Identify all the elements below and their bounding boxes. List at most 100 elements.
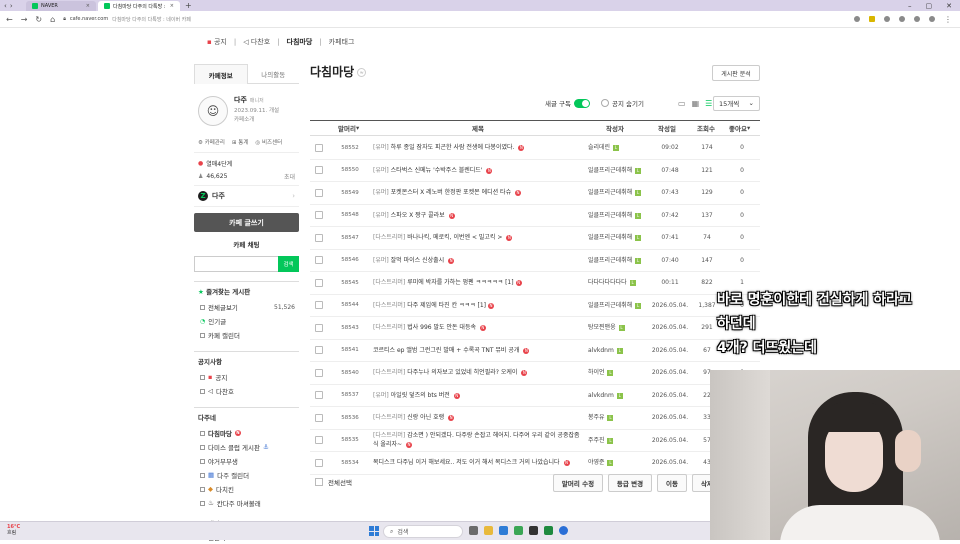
post-author[interactable]: 일클프리근데취해 L <box>588 295 650 317</box>
edit-head-button[interactable]: 말머리 수정 <box>553 474 603 492</box>
post-title-link[interactable]: [유머] 잘먹 마이스 신상출시 N <box>373 250 583 272</box>
post-title-link[interactable]: [다스트리머] 루미에 박자를 가하는 펑펜 ㅋㅋㅋㅋㅋ [1] N <box>373 272 583 294</box>
board-yageo[interactable]: 야거부부생 <box>194 454 299 468</box>
close-tab-icon[interactable]: × <box>170 3 174 9</box>
reload-mini-icon[interactable]: › <box>10 2 13 10</box>
checkbox-icon[interactable] <box>315 143 323 152</box>
post-author[interactable]: 주주진 L <box>588 430 650 452</box>
close-tab-icon[interactable]: × <box>86 3 90 9</box>
post-author[interactable]: 일클프리근데취해 L <box>588 160 650 182</box>
breadcrumb-tags[interactable]: 카페태그 <box>329 37 355 47</box>
post-title-link[interactable]: [유머] 스타벅스 신메뉴 '수박주스 블렌디드' N <box>373 160 583 182</box>
checkbox-icon[interactable] <box>315 391 323 400</box>
biz-center-link[interactable]: ◎ 비즈센터 <box>255 138 282 146</box>
row-checkbox[interactable] <box>315 340 323 362</box>
board-notice[interactable]: ▪ 공지 <box>194 370 299 384</box>
post-title-link[interactable]: [다스트리머] 바나나킥, 메로킥, 이번엔 < 밀고킥 > N <box>373 227 583 249</box>
post-title-link[interactable]: 목디스크 다주님 이거 해보세요.. 저도 이거 해서 목디스크 거의 나았습니… <box>373 452 583 474</box>
forward-icon[interactable]: → <box>21 15 28 24</box>
post-author[interactable]: 탕모찐맨웅 L <box>588 317 650 339</box>
checkbox-icon[interactable] <box>315 211 323 220</box>
row-checkbox[interactable] <box>315 385 323 407</box>
close-window-icon[interactable]: ✕ <box>946 2 952 10</box>
breadcrumb-current[interactable]: 다침마당 <box>287 37 313 47</box>
user-avatar-icon[interactable] <box>929 16 935 22</box>
comment-count[interactable]: [1] <box>505 279 514 286</box>
row-checkbox[interactable] <box>315 272 323 294</box>
search-input[interactable] <box>194 256 278 272</box>
board-popular[interactable]: ◔ 인기글 <box>194 314 299 328</box>
post-title-link[interactable]: [유머] 아일릿 덮즈의 bts 버전 N <box>373 385 583 407</box>
checkbox-icon[interactable] <box>315 256 323 265</box>
post-author[interactable]: 다다다다다다다 L <box>588 272 650 294</box>
browser-tab-naver[interactable]: NAVER × <box>26 1 96 11</box>
edge-icon[interactable] <box>499 526 508 535</box>
hide-notice-option[interactable]: 공지 숨기기 <box>601 98 644 108</box>
post-title-link[interactable]: [다스트리머] 다주누나 의자보고 있었네 히언필라? 오케이 N <box>373 362 583 384</box>
row-checkbox[interactable] <box>315 430 323 452</box>
move-button[interactable]: 이동 <box>657 474 687 492</box>
radio-icon[interactable] <box>601 99 609 107</box>
post-author[interactable]: 일클프리근데취해 L <box>588 205 650 227</box>
app-green-icon[interactable] <box>544 526 553 535</box>
card-view-icon[interactable]: ▭ <box>678 99 686 108</box>
post-author[interactable]: alvkdnm L <box>588 340 650 362</box>
cafe-intro-link[interactable]: 카페소개 <box>234 115 254 123</box>
post-author[interactable]: alvkdnm L <box>588 385 650 407</box>
board-dachanho[interactable]: ◁ 다찬호 <box>194 384 299 398</box>
board-daju-calendar[interactable]: ▦ 다주 캘린더 <box>194 468 299 482</box>
stats-link[interactable]: ⊞ 통계 <box>232 138 248 146</box>
board-all-posts[interactable]: 전체글보기 51,526 <box>194 300 299 314</box>
url-field[interactable]: 🔒︎ cafe.naver.com 다침마당 다주의 다톡방 : 네이버 카페 <box>63 16 191 23</box>
post-author[interactable]: 일클프리근데취해 L <box>588 182 650 204</box>
cafe-chat-button[interactable]: 카페 채팅 <box>194 234 299 253</box>
chrome-icon[interactable] <box>559 526 568 535</box>
breadcrumb-dachanho[interactable]: ◁ 다찬호 <box>243 37 270 47</box>
maximize-icon[interactable]: ▢ <box>926 2 933 10</box>
browser-tab-cafe[interactable]: 다침마당 다주의 다톡방 : 네이버 카페× <box>98 1 180 11</box>
cafe-name-row[interactable]: Z 다주 › <box>194 186 299 207</box>
cafe-manage-link[interactable]: ⚙ 카페관리 <box>198 138 225 146</box>
back-icon[interactable]: ← <box>6 15 13 24</box>
extension-icon[interactable] <box>869 16 875 22</box>
row-checkbox[interactable] <box>315 295 323 317</box>
board-dachicken[interactable]: ◆ 다치킨 <box>194 482 299 496</box>
app-icon[interactable] <box>529 526 538 535</box>
checkbox-icon[interactable] <box>315 301 323 310</box>
post-title-link[interactable]: [다스트리머] 다주 제임에 타진 칸 ㅋㅋㅋ [1] N <box>373 295 583 317</box>
bookmark-icon[interactable] <box>854 16 860 22</box>
board-dachim[interactable]: 다침마당 N <box>194 426 299 440</box>
post-title-link[interactable]: [다스트리머] 법사 996 말도 안돈 대등속 N <box>373 317 583 339</box>
change-grade-button[interactable]: 등급 변경 <box>608 474 652 492</box>
post-title-link[interactable]: [유머] 하루 종일 잠자도 피곤한 사람 전생에 다봉이였다. N <box>373 137 583 159</box>
post-title-link[interactable]: 코르티스 ep 앨범 그런그린 발매 + 수록곡 TNT 뮤비 공개 N <box>373 340 583 362</box>
search-button[interactable]: 검색 <box>278 256 299 272</box>
post-title-link[interactable]: [다스트리머] 감소면 ) 안되겠다. 다주랑 손잡고 헤어지. 다주여 우리 … <box>373 430 583 452</box>
col-head[interactable]: 말머리 ▾ <box>338 121 359 135</box>
invite-link[interactable]: 초대 <box>284 172 295 181</box>
checkbox-icon[interactable] <box>315 413 323 422</box>
row-checkbox[interactable] <box>315 205 323 227</box>
taskbar-search[interactable]: ⌕ 검색 <box>383 525 463 538</box>
post-author[interactable]: 야영준 L <box>588 452 650 474</box>
checkbox-icon[interactable] <box>315 368 323 377</box>
checkbox-icon[interactable] <box>315 478 323 486</box>
row-checkbox[interactable] <box>315 160 323 182</box>
row-checkbox[interactable] <box>315 227 323 249</box>
row-checkbox[interactable] <box>315 407 323 429</box>
avatar[interactable]: ☺ <box>198 96 228 126</box>
row-checkbox[interactable] <box>315 137 323 159</box>
checkbox-icon[interactable] <box>315 323 323 332</box>
post-title-link[interactable]: [유머] 스파오 X 짱구 콜라보 N <box>373 205 583 227</box>
per-page-select[interactable]: 15개씩 ⌄ <box>713 95 760 111</box>
grid-view-icon[interactable]: ▦ <box>692 99 700 108</box>
weather-widget[interactable]: 16°C 흐림 <box>7 524 20 536</box>
board-calendar[interactable]: 카페 캘린더 <box>194 328 299 342</box>
tab-cafe-info[interactable]: 카페정보 <box>194 64 248 84</box>
home-icon[interactable]: ⌂ <box>50 15 55 24</box>
breadcrumb-notice[interactable]: ▪ 공지 <box>207 37 227 47</box>
download-icon[interactable] <box>914 16 920 22</box>
cafe-rank[interactable]: ● 열매4단계 <box>194 159 299 168</box>
post-author[interactable]: 봉주유 L <box>588 407 650 429</box>
checkbox-icon[interactable] <box>315 188 323 197</box>
